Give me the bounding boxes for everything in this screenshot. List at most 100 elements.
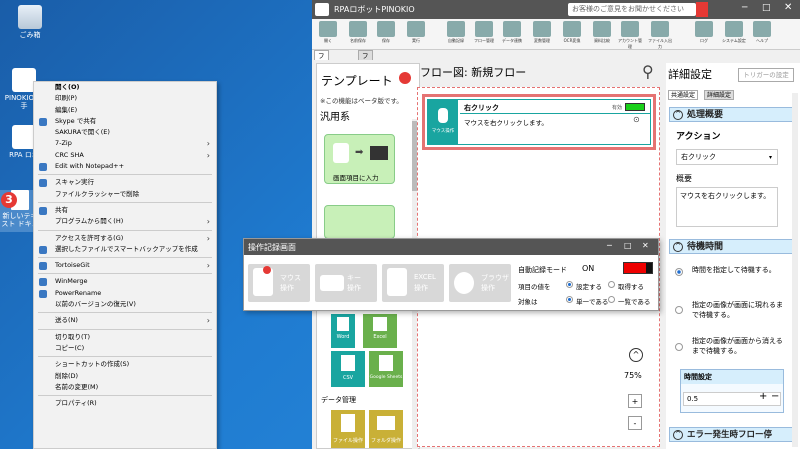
tile-file-ops[interactable]: ファイル操作 <box>331 410 365 448</box>
context-menu-item[interactable]: 共有 <box>34 205 216 216</box>
context-menu-item[interactable]: スキャン実行 <box>34 177 216 188</box>
ribbon-button[interactable]: 変数管理 <box>530 21 554 44</box>
radio-wait-image-appear[interactable] <box>675 306 683 314</box>
summary-textarea[interactable]: マウスを右クリックします。 <box>676 187 778 227</box>
context-menu-item[interactable]: ファイルクラッシャーで削除 <box>34 189 216 200</box>
context-menu-item-label: Skype で共有 <box>55 116 97 125</box>
ribbon-icon <box>503 21 521 37</box>
tab-detail-settings[interactable]: 詳細設定 <box>704 90 735 100</box>
ribbon-button[interactable]: フロー管理 <box>472 21 496 44</box>
context-menu-item[interactable]: TortoiseGit › <box>34 260 216 271</box>
ribbon-button[interactable]: 名前保存 <box>346 21 370 44</box>
template-tile-input-field[interactable]: ➡ 画面項目に入力 <box>324 134 395 184</box>
tab-flow-settings[interactable]: フロー設定 <box>358 50 373 100</box>
tile-csv[interactable]: CSV <box>331 351 365 387</box>
context-menu-item-label: 7-Zip <box>55 139 72 148</box>
minimize-icon[interactable]: ─ <box>742 3 747 13</box>
ribbon-button[interactable]: アカウント管理 <box>618 21 642 50</box>
ribbon-button[interactable]: 資料比較 <box>590 21 614 44</box>
detail-title: 詳細設定 <box>668 68 712 81</box>
context-menu-item[interactable]: CRC SHA › <box>34 150 216 161</box>
section-error-stop[interactable]: ^ エラー発生時フロー停 <box>669 427 797 442</box>
context-menu-item[interactable]: 開く(O) <box>34 82 216 93</box>
record-mouse-button[interactable]: マウス 操作 <box>248 264 310 302</box>
radio-set-value[interactable] <box>566 281 573 288</box>
ribbon-button[interactable]: 実行 <box>404 21 428 44</box>
context-menu-item-label: 切り取り(T) <box>55 332 91 341</box>
section-process-summary[interactable]: ^ 処理概要 <box>669 107 797 122</box>
action-label: アクション <box>676 132 721 142</box>
context-menu-item[interactable]: 編集(E) <box>34 105 216 116</box>
ribbon-button[interactable]: システム設定 <box>722 21 746 44</box>
tile-excel[interactable]: Excel <box>363 314 397 348</box>
context-menu-item[interactable]: プログラムから開く(H) › <box>34 216 216 227</box>
ribbon-button[interactable]: ヘルプ <box>750 21 774 44</box>
context-menu-item[interactable]: WinMerge <box>34 276 216 287</box>
menu-separator <box>38 201 212 203</box>
context-menu-item[interactable]: 選択したファイルでスマートバックアップを作成 <box>34 244 216 255</box>
decrement-icon[interactable]: − <box>771 391 779 402</box>
trigger-settings-button[interactable]: トリガーの設定 <box>738 68 794 82</box>
recorder-maximize-icon[interactable]: □ <box>624 241 632 250</box>
ribbon-button[interactable]: 保存 <box>374 21 398 44</box>
ribbon-button-label: OCR変換 <box>563 38 581 43</box>
ribbon-button[interactable]: OCR変換 <box>560 21 584 44</box>
section-wait-time[interactable]: ^ 待機時間 <box>669 239 797 254</box>
radio-wait-time[interactable] <box>675 268 683 276</box>
record-excel-button[interactable]: EXCEL 操作 <box>382 264 444 302</box>
maximize-icon[interactable]: □ <box>762 3 771 13</box>
ribbon-button[interactable]: データ連携 <box>500 21 524 44</box>
feedback-button[interactable]: お客様のご意見をお聞かせください <box>568 3 696 16</box>
record-browser-button[interactable]: ブラウザ 操作 <box>449 264 511 302</box>
record-key-button[interactable]: キー 操作 <box>315 264 377 302</box>
tab-flow-create[interactable]: フロー作成 <box>314 50 329 100</box>
auto-record-toggle[interactable] <box>623 262 653 274</box>
context-menu-item[interactable]: 名前の変更(M) <box>34 382 216 393</box>
search-icon[interactable]: ⚲ <box>642 62 654 81</box>
context-menu-item-label: 送る(N) <box>55 316 78 325</box>
template-tile-2[interactable] <box>324 205 395 239</box>
context-menu-item[interactable]: SAKURAで開く(E) <box>34 127 216 138</box>
ribbon-button[interactable]: 自動記録 <box>444 21 468 44</box>
ribbon-button[interactable]: ログ <box>692 21 716 44</box>
tab-common-settings[interactable]: 共通設定 <box>668 90 699 100</box>
expand-icon[interactable]: ⊙ <box>633 115 640 124</box>
context-menu-item[interactable]: 以前のバージョンの復元(V) <box>34 299 216 310</box>
detail-scrollbar[interactable] <box>792 93 798 447</box>
radio-get-value[interactable] <box>608 281 615 288</box>
tile-folder-ops[interactable]: フォルダ操作 <box>369 410 403 448</box>
ribbon-button[interactable]: ファイル入出力 <box>648 21 672 50</box>
action-select[interactable]: 右クリック ▾ <box>676 149 778 165</box>
radio-single[interactable] <box>566 296 573 303</box>
context-menu-item[interactable]: 送る(N) › <box>34 315 216 326</box>
enable-toggle[interactable] <box>625 103 645 111</box>
context-menu-item[interactable]: 7-Zip › <box>34 138 216 149</box>
context-menu-item[interactable]: ショートカットの作成(S) <box>34 359 216 370</box>
radio-wait-image-disappear[interactable] <box>675 343 683 351</box>
recycle-bin-desktop-icon[interactable]: ごみ箱 <box>10 5 50 39</box>
context-menu-item[interactable]: 印刷(P) <box>34 93 216 104</box>
context-menu-item[interactable]: コピー(C) <box>34 343 216 354</box>
tile-google-sheets[interactable]: Google Sheets <box>369 351 403 387</box>
ribbon-button-label: 開く <box>324 38 332 43</box>
context-menu-item-label: スキャン実行 <box>55 178 94 187</box>
context-menu-item[interactable]: Edit with Notepad++ <box>34 161 216 172</box>
tile-word[interactable]: Word <box>331 314 355 348</box>
scroll-up-icon[interactable]: ^ <box>629 348 643 362</box>
increment-icon[interactable]: + <box>759 391 767 402</box>
radio-list[interactable] <box>608 296 615 303</box>
context-menu-item[interactable]: Skype で共有 <box>34 116 216 127</box>
context-menu-item[interactable]: アクセスを許可する(G) › <box>34 233 216 244</box>
recorder-close-icon[interactable]: ✕ <box>642 241 649 250</box>
close-icon[interactable]: ✕ <box>784 2 792 13</box>
zoom-out-button[interactable]: - <box>628 416 642 430</box>
context-menu-item[interactable]: PowerRename <box>34 288 216 299</box>
zoom-in-button[interactable]: + <box>628 394 642 408</box>
context-menu-item[interactable]: 削除(D) <box>34 371 216 382</box>
recorder-minimize-icon[interactable]: ─ <box>607 241 612 250</box>
context-menu-item[interactable]: 切り取り(T) <box>34 332 216 343</box>
context-menu-item[interactable]: プロパティ(R) <box>34 398 216 409</box>
tortoisegit-icon <box>39 262 47 271</box>
flow-card-right-click[interactable]: マウス操作 右クリック 有効 マウスを右クリックします。 ⊙ <box>427 99 651 145</box>
ribbon-button[interactable]: 開く <box>316 21 340 44</box>
